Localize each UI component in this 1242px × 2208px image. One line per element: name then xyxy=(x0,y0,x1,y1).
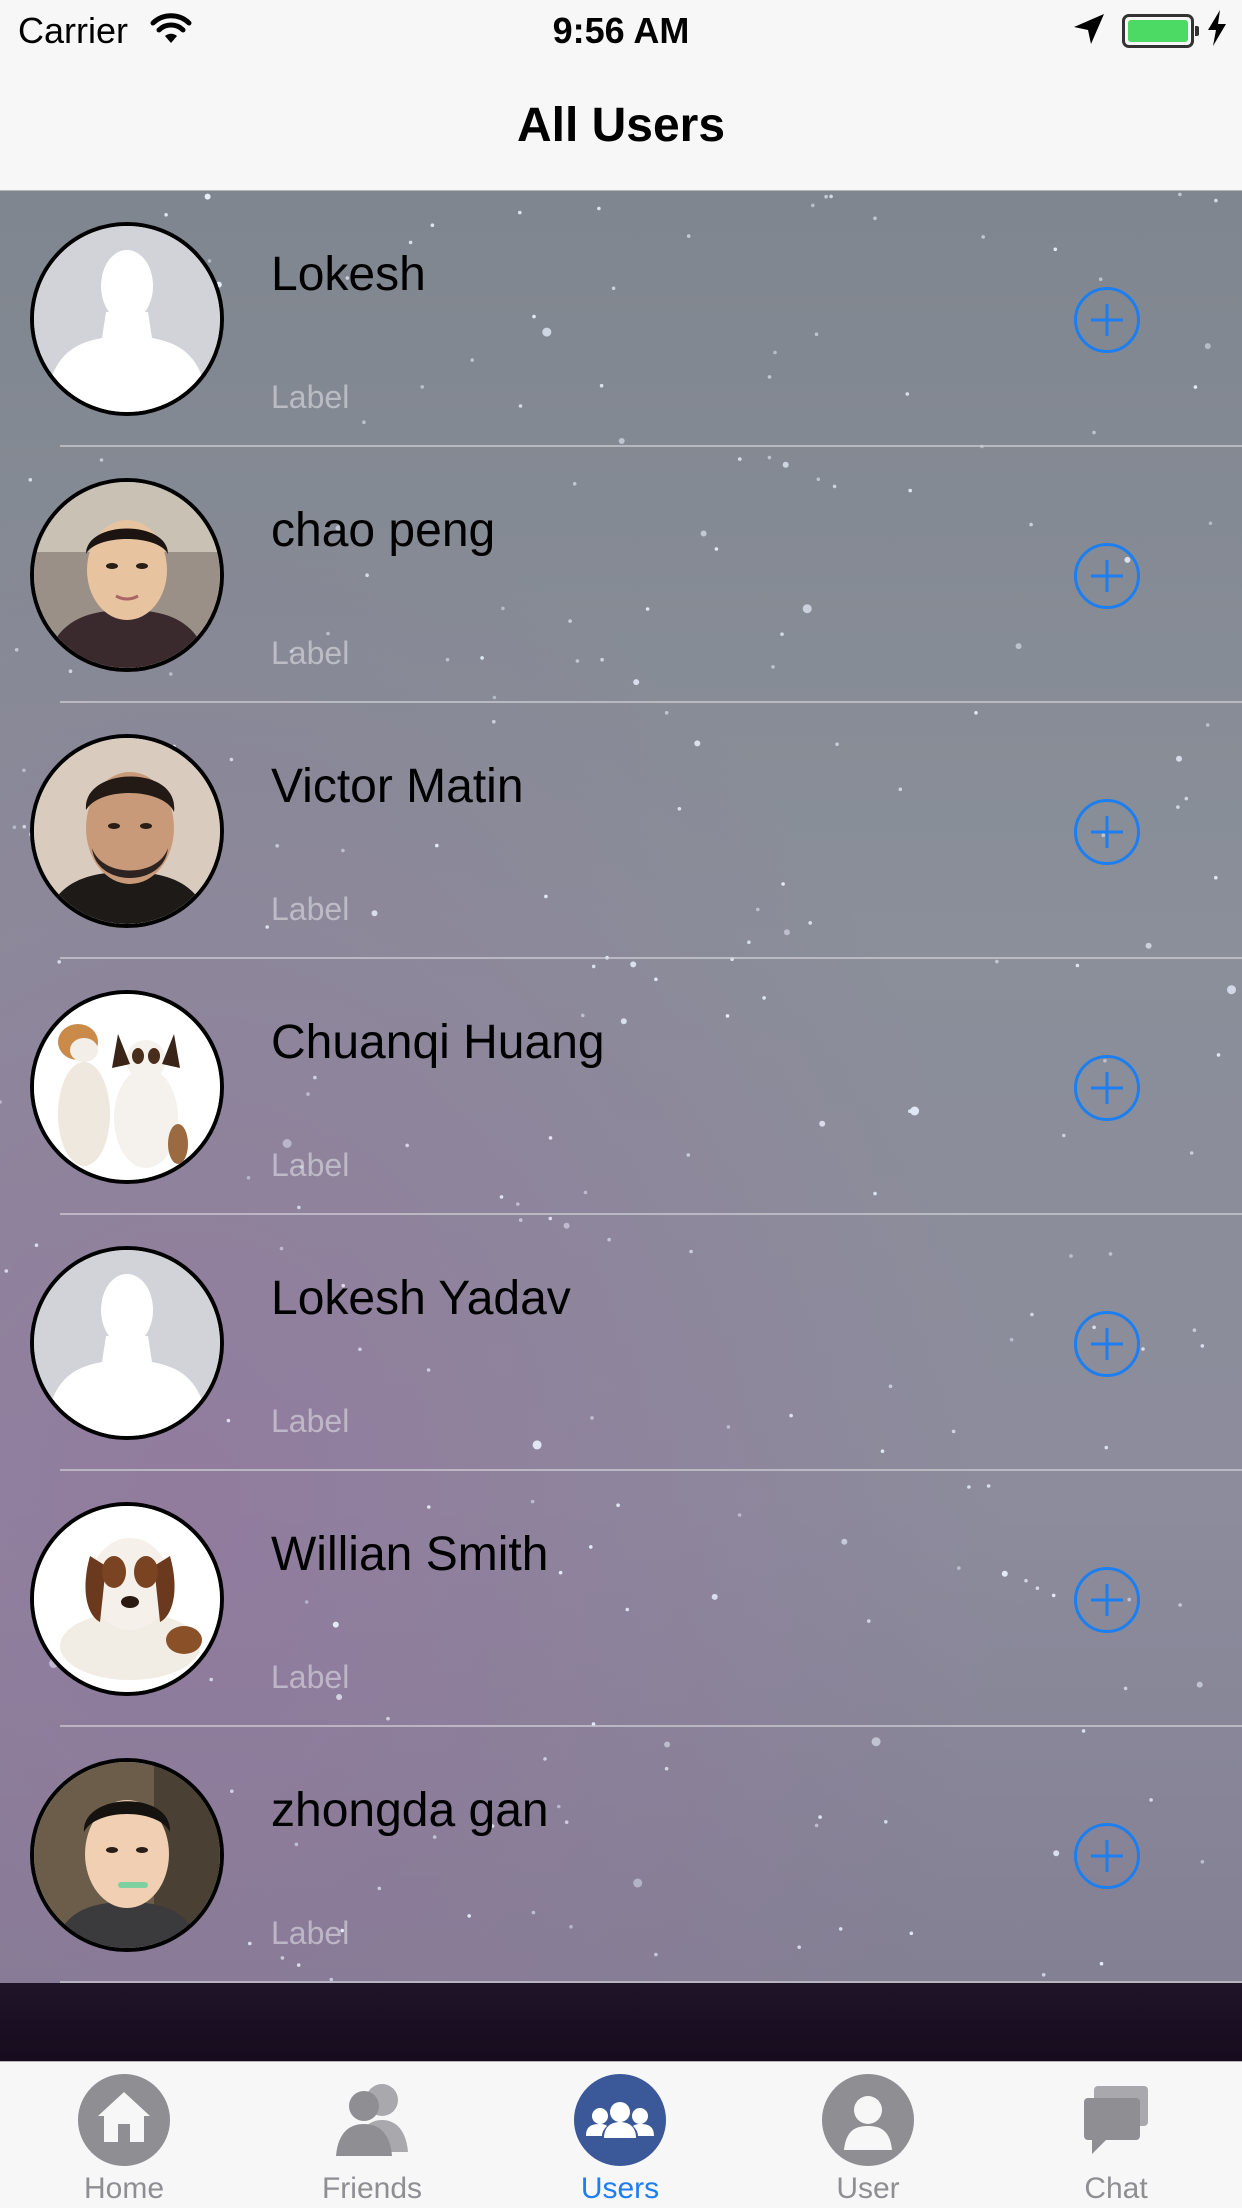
tab-label: User xyxy=(836,2172,900,2205)
tab-bar: Home Friends Users User Chat xyxy=(0,2061,1242,2208)
user-name: zhongda gan xyxy=(271,1784,549,1837)
user-name: Chuanqi Huang xyxy=(271,1016,605,1069)
user-name: Lokesh Yadav xyxy=(271,1272,571,1325)
user-photo xyxy=(34,738,220,924)
list-item[interactable]: Lokesh Yadav Label xyxy=(0,1215,1242,1471)
avatar xyxy=(30,1246,224,1440)
plus-icon xyxy=(1091,1584,1123,1616)
user-list[interactable]: Lokesh Label chao peng Label Victor Mati… xyxy=(0,191,1242,2061)
add-friend-button[interactable] xyxy=(1074,1055,1140,1121)
user-photo xyxy=(34,482,220,668)
tab-label: Friends xyxy=(321,2172,423,2205)
list-item[interactable]: Victor Matin Label xyxy=(0,703,1242,959)
tab-user[interactable]: User xyxy=(744,2062,992,2208)
user-subtitle: Label xyxy=(271,1915,350,1951)
user-subtitle: Label xyxy=(271,1147,350,1183)
add-friend-button[interactable] xyxy=(1074,543,1140,609)
user-name: Victor Matin xyxy=(271,760,524,813)
page-title: All Users xyxy=(516,99,726,152)
tab-label: Users xyxy=(580,2172,660,2205)
user-icon xyxy=(822,2074,914,2166)
avatar xyxy=(30,222,224,416)
avatar xyxy=(30,990,224,1184)
plus-icon xyxy=(1091,816,1123,848)
user-subtitle: Label xyxy=(271,1659,350,1695)
battery-icon xyxy=(1122,14,1199,48)
add-friend-button[interactable] xyxy=(1074,1311,1140,1377)
add-friend-button[interactable] xyxy=(1074,799,1140,865)
dog-photo xyxy=(34,1506,220,1692)
user-subtitle: Label xyxy=(271,1403,350,1439)
clock: 9:56 AM xyxy=(552,10,690,51)
list-item[interactable]: Chuanqi Huang Label xyxy=(0,959,1242,1215)
chat-icon xyxy=(1084,2086,1148,2154)
user-name: Willian Smith xyxy=(271,1528,549,1581)
location-arrow-icon xyxy=(1072,12,1106,55)
plus-icon xyxy=(1091,1072,1123,1104)
user-subtitle: Label xyxy=(271,891,350,927)
default-avatar-silhouette xyxy=(34,1250,220,1436)
avatar xyxy=(30,1502,224,1696)
dogs-photo xyxy=(34,994,220,1180)
avatar xyxy=(30,734,224,928)
user-subtitle: Label xyxy=(271,635,350,671)
list-item[interactable]: Lokesh Label xyxy=(0,191,1242,447)
user-subtitle: Label xyxy=(271,379,350,415)
tab-label: Chat xyxy=(1084,2172,1148,2205)
add-friend-button[interactable] xyxy=(1074,287,1140,353)
add-friend-button[interactable] xyxy=(1074,1823,1140,1889)
list-item[interactable]: Willian Smith Label xyxy=(0,1471,1242,1727)
list-item[interactable]: chao peng Label xyxy=(0,447,1242,703)
home-icon xyxy=(78,2074,170,2166)
charging-bolt-icon xyxy=(1206,10,1228,55)
add-friend-button[interactable] xyxy=(1074,1567,1140,1633)
background-strip xyxy=(0,1983,1242,2061)
list-item[interactable]: zhongda gan Label xyxy=(0,1727,1242,1983)
plus-icon xyxy=(1091,1328,1123,1360)
plus-icon xyxy=(1091,304,1123,336)
avatar xyxy=(30,478,224,672)
status-bar: Carrier 9:56 AM xyxy=(0,0,1242,60)
user-photo xyxy=(34,1762,220,1948)
default-avatar-silhouette xyxy=(34,226,220,412)
plus-icon xyxy=(1091,1840,1123,1872)
tab-home[interactable]: Home xyxy=(0,2062,248,2208)
tab-label: Home xyxy=(83,2172,165,2205)
tab-chat[interactable]: Chat xyxy=(992,2062,1240,2208)
users-icon xyxy=(574,2074,666,2166)
user-name: Lokesh xyxy=(271,248,426,301)
tab-friends[interactable]: Friends xyxy=(248,2062,496,2208)
tab-users[interactable]: Users xyxy=(496,2062,744,2208)
friends-icon xyxy=(336,2084,408,2156)
user-name: chao peng xyxy=(271,504,496,557)
avatar xyxy=(30,1758,224,1952)
navigation-bar: All Users xyxy=(0,60,1242,191)
plus-icon xyxy=(1091,560,1123,592)
